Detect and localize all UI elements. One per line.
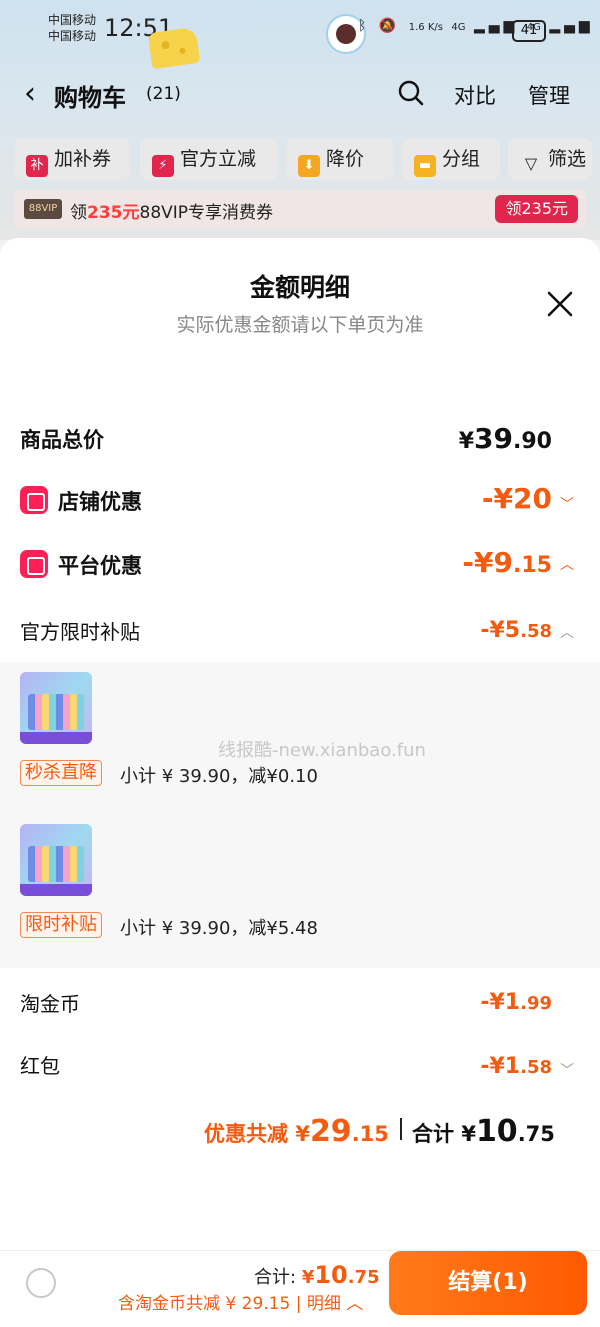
checkout-button[interactable]: 结算(1) [389, 1251, 587, 1315]
mute-icon: 🔕 [378, 18, 401, 34]
platform-discount-row[interactable]: 平台优惠 [20, 550, 142, 580]
redpack-label: 红包 [20, 1054, 60, 1078]
product-thumbnail[interactable] [20, 672, 92, 744]
search-icon[interactable] [398, 80, 424, 106]
chevron-up-icon-2[interactable]: ︿ [560, 622, 574, 642]
vip-badge: 88VIP [24, 199, 62, 219]
system-status-icons: ᛒ 🔕 1.6 K/s 4G ▂▄▆ 4G ▂▄▆ [358, 18, 594, 34]
net-speed: 1.6 K/s [408, 22, 443, 33]
vip-coupon-banner[interactable]: 88VIP 领235元88VIP专享消费券 领235元 [14, 190, 586, 228]
carrier-info: 中国移动 中国移动 [48, 13, 97, 43]
signal-bars-icon-2: ▂▄▆ [549, 18, 594, 34]
store-discount-row[interactable]: 店铺优惠 [20, 486, 142, 516]
signal-icon: 4G [451, 22, 466, 33]
total-discount: 优惠共减 ¥29.15 [204, 1114, 389, 1149]
item-tag: 秒杀直降 [20, 760, 102, 786]
chevron-down-icon-2[interactable]: ﹀ [560, 1060, 574, 1080]
bluetooth-icon: ᛒ [358, 18, 371, 34]
header-area: 中国移动 中国移动 12:51 ᛒ 🔕 1.6 K/s 4G ▂▄▆ 4G ▂▄… [0, 0, 600, 240]
chip-official-discount[interactable]: ⚡ 官方立减 [140, 138, 278, 180]
manage-button[interactable]: 管理 [528, 80, 570, 110]
select-all-checkbox[interactable] [26, 1268, 56, 1298]
chip-group[interactable]: ▬ 分组 [402, 138, 500, 180]
bottom-total: 合计: ¥10.75 [254, 1261, 380, 1289]
battery-icon: 41 [512, 20, 546, 42]
chevron-up-icon[interactable]: ︿ [560, 554, 574, 574]
store-icon [20, 486, 48, 514]
coin-label: 淘金币 [20, 992, 80, 1016]
compare-button[interactable]: 对比 [454, 80, 496, 110]
checkout-bar: 合计: ¥10.75 含淘金币共减 ¥ 29.15 | 明细 ︿ 结算(1) [0, 1250, 600, 1327]
platform-icon [20, 550, 48, 578]
detail-toggle[interactable]: 含淘金币共减 ¥ 29.15 | 明细 ︿ [118, 1289, 363, 1314]
vip-coupon-text: 领235元88VIP专享消费券 [70, 203, 274, 223]
sheet-title: 金额明细 [249, 273, 350, 302]
chip-price-drop[interactable]: ⬇ 降价 [286, 138, 394, 180]
sheet-subtitle: 实际优惠金额请以下单页为准 [176, 314, 424, 336]
redpack-value: -¥1.58 [480, 1054, 552, 1079]
store-discount-value: -¥20 [481, 482, 552, 515]
chip-filter[interactable]: ▽ 筛选 [508, 138, 592, 180]
back-icon[interactable]: ‹ [24, 76, 36, 111]
total-price-label: 商品总价 [20, 428, 104, 452]
claim-coupon-button[interactable]: 领235元 [495, 195, 578, 223]
filter-chips: 补加补券 ⚡ 官方立减 ⬇ 降价 ▬ 分组 ▽ 筛选 [14, 138, 594, 180]
cart-count: (21) [146, 84, 181, 104]
watermark: 线报酷-new.xianbao.fun [218, 740, 426, 761]
page-title: 购物车 [54, 84, 126, 112]
nav-bar: ‹ 购物车 (21) 对比 管理 [0, 70, 600, 118]
folder-icon: ▬ [414, 155, 436, 177]
cheese-decoration-icon [147, 26, 201, 70]
divider [400, 1118, 402, 1140]
amount-detail-sheet: 金额明细 实际优惠金额请以下单页为准 商品总价 ¥39.90 店铺优惠 -¥20… [0, 238, 600, 1250]
item-subtotal: 小计 ¥ 39.90，减¥0.10 [120, 766, 318, 787]
filter-icon: ▽ [524, 154, 538, 173]
subsidy-items: 秒杀直降 小计 ¥ 39.90，减¥0.10 限时补贴 小计 ¥ 39.90，减… [0, 662, 600, 968]
close-icon[interactable] [546, 290, 574, 318]
down-arrow-icon: ⬇ [298, 155, 320, 177]
status-bar: 中国移动 中国移动 12:51 ᛒ 🔕 1.6 K/s 4G ▂▄▆ 4G ▂▄… [0, 0, 600, 70]
chip-subsidy-coupon[interactable]: 补加补券 [14, 138, 130, 180]
official-subsidy-label: 官方限时补贴 [20, 620, 140, 644]
official-subsidy-value: -¥5.58 [480, 618, 552, 643]
item-tag-2: 限时补贴 [20, 912, 102, 938]
platform-discount-value: -¥9.15 [462, 546, 552, 579]
sum-total: 合计 ¥10.75 [412, 1114, 555, 1149]
lightning-icon: ⚡ [152, 155, 174, 177]
chevron-down-icon[interactable]: ﹀ [560, 494, 574, 514]
item-subtotal-2: 小计 ¥ 39.90，减¥5.48 [120, 918, 318, 939]
discount-summary: 优惠共减 ¥29.15 合计 ¥10.75 [0, 1108, 600, 1149]
total-price-value: ¥39.90 [458, 422, 552, 455]
product-thumbnail-2[interactable] [20, 824, 92, 896]
coin-value: -¥1.99 [480, 990, 552, 1015]
subsidy-icon: 补 [26, 155, 48, 177]
